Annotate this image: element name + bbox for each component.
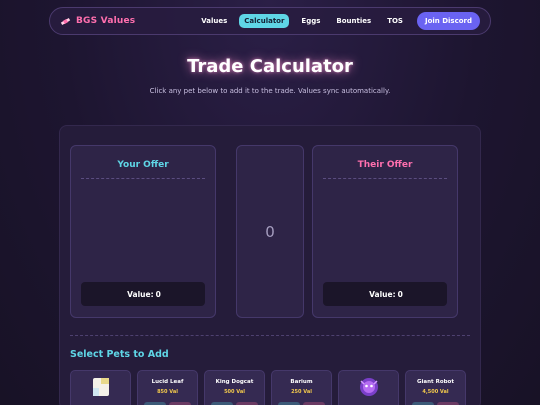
their-offer-value-label: Value: bbox=[369, 289, 396, 299]
your-offer-value-number: 0 bbox=[155, 289, 161, 299]
pet-name: Lucid Leaf bbox=[151, 379, 184, 385]
pet-name: King Dogcat bbox=[215, 379, 254, 385]
your-offer-title: Your Offer bbox=[81, 160, 205, 179]
candy-icon bbox=[60, 17, 71, 25]
pet-grid: Lucid Leaf 850 Val King Dogcat 500 Val B… bbox=[70, 370, 466, 405]
page-subtitle: Click any pet below to add it to the tra… bbox=[149, 87, 391, 95]
top-nav: BGS Values Values Calculator Eggs Bounti… bbox=[49, 7, 491, 35]
nav-link-tos[interactable]: TOS bbox=[383, 14, 407, 28]
your-offer-value: Value: 0 bbox=[81, 282, 205, 306]
nav-link-values[interactable]: Values bbox=[197, 14, 231, 28]
pet-name: Barium bbox=[290, 379, 313, 385]
join-discord-button[interactable]: Join Discord bbox=[416, 12, 480, 30]
pet-card[interactable]: Giant Robot 4,500 Val bbox=[405, 370, 466, 405]
nav-link-bounties[interactable]: Bounties bbox=[332, 14, 375, 28]
pet-value: 250 Val bbox=[291, 389, 312, 395]
nav-link-calculator[interactable]: Calculator bbox=[239, 14, 290, 28]
pet-card[interactable]: King Dogcat 500 Val bbox=[204, 370, 265, 405]
pet-image-white-icon bbox=[93, 378, 109, 396]
nav-links: Values Calculator Eggs Bounties TOS Join… bbox=[197, 12, 480, 30]
trade-panel: Your Offer Value: 0 0 Their Offer Value:… bbox=[59, 125, 481, 405]
page-title: Trade Calculator bbox=[187, 56, 353, 77]
pet-card[interactable] bbox=[338, 370, 399, 405]
pet-card[interactable]: Lucid Leaf 850 Val bbox=[137, 370, 198, 405]
their-offer-value: Value: 0 bbox=[323, 282, 447, 306]
your-offer-box[interactable]: Your Offer Value: 0 bbox=[70, 145, 216, 318]
trade-difference: 0 bbox=[236, 145, 304, 318]
section-divider bbox=[70, 335, 470, 336]
pet-value: 4,500 Val bbox=[422, 389, 449, 395]
your-offer-value-label: Value: bbox=[127, 289, 154, 299]
nav-link-eggs[interactable]: Eggs bbox=[297, 14, 324, 28]
pet-value: 850 Val bbox=[157, 389, 178, 395]
pet-value: 500 Val bbox=[224, 389, 245, 395]
select-pets-title: Select Pets to Add bbox=[70, 349, 169, 360]
their-offer-box[interactable]: Their Offer Value: 0 bbox=[312, 145, 458, 318]
brand-name: BGS Values bbox=[76, 16, 136, 26]
pet-name: Giant Robot bbox=[417, 379, 454, 385]
their-offer-value-number: 0 bbox=[397, 289, 403, 299]
purple-pet-icon bbox=[360, 378, 378, 396]
their-offer-title: Their Offer bbox=[323, 160, 447, 179]
pet-card[interactable] bbox=[70, 370, 131, 405]
pet-card[interactable]: Barium 250 Val bbox=[271, 370, 332, 405]
brand[interactable]: BGS Values bbox=[60, 16, 135, 27]
